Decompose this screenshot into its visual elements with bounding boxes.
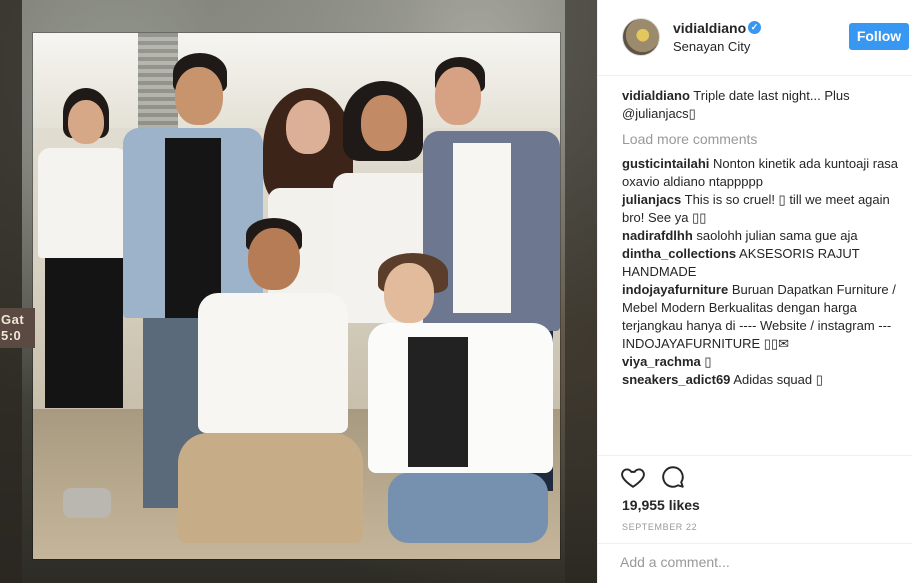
caption: vidialdiano Triple date last night... Pl… (622, 87, 902, 123)
post-location[interactable]: Senayan City (673, 39, 750, 54)
comment-item: nadirafdlhh saolohh julian sama gue aja (622, 227, 902, 245)
likes-count[interactable]: 19,955 likes (622, 497, 700, 513)
author-username[interactable]: vidialdiano (673, 20, 746, 36)
comment-item: viya_rachma ▯ (622, 353, 902, 371)
gate-sign-line-2: 5:0 (1, 328, 22, 343)
speech-bubble-icon[interactable] (660, 464, 686, 490)
comment-item: sneakers_adict69 Adidas squad ▯ (622, 371, 902, 389)
author-avatar[interactable] (622, 18, 660, 56)
post-media[interactable]: Gat 5:0 (0, 0, 597, 583)
post-sidebar: vidialdiano ✓ Senayan City Follow vidial… (597, 0, 912, 583)
follow-button[interactable]: Follow (849, 23, 909, 50)
person-7 (368, 253, 558, 553)
comment-username[interactable]: dintha_collections (622, 246, 736, 261)
load-more-comments-button[interactable]: Load more comments (622, 129, 902, 149)
comment-username[interactable]: indojayafurniture (622, 282, 728, 297)
comment-composer (598, 543, 912, 581)
tree-trunk-left (0, 0, 22, 583)
person-6 (168, 218, 368, 558)
person-1 (33, 88, 133, 528)
verified-badge-icon: ✓ (748, 21, 761, 34)
comment-text: saolohh julian sama gue aja (696, 228, 858, 243)
post-actions: 19,955 likes SEPTEMBER 22 (598, 455, 912, 580)
post-header: vidialdiano ✓ Senayan City Follow (598, 0, 912, 76)
comment-username[interactable]: viya_rachma (622, 354, 701, 369)
comment-item: julianjacs This is so cruel! ▯ till we m… (622, 191, 902, 227)
comment-item: dintha_collections AKSESORIS RAJUT HANDM… (622, 245, 902, 281)
post-photo[interactable] (33, 33, 560, 559)
comment-item: indojayafurniture Buruan Dapatkan Furnit… (622, 281, 902, 353)
add-comment-input[interactable] (620, 552, 890, 572)
caption-username[interactable]: vidialdiano (622, 88, 690, 103)
comment-text: ▯ (704, 354, 712, 369)
gate-sign-line-1: Gat (1, 312, 25, 327)
post-date: SEPTEMBER 22 (622, 522, 698, 532)
comment-username[interactable]: julianjacs (622, 192, 681, 207)
heart-outline-icon[interactable] (620, 464, 646, 490)
gate-sign: Gat 5:0 (0, 308, 35, 348)
tree-trunk-right (565, 0, 597, 583)
comment-username[interactable]: sneakers_adict69 (622, 372, 730, 387)
comments-list: vidialdiano Triple date last night... Pl… (622, 87, 902, 389)
comment-username[interactable]: gusticintailahi (622, 156, 709, 171)
comment-item: gusticintailahi Nonton kinetik ada kunto… (622, 155, 902, 191)
comment-username[interactable]: nadirafdlhh (622, 228, 693, 243)
comment-text: Adidas squad ▯ (733, 372, 823, 387)
